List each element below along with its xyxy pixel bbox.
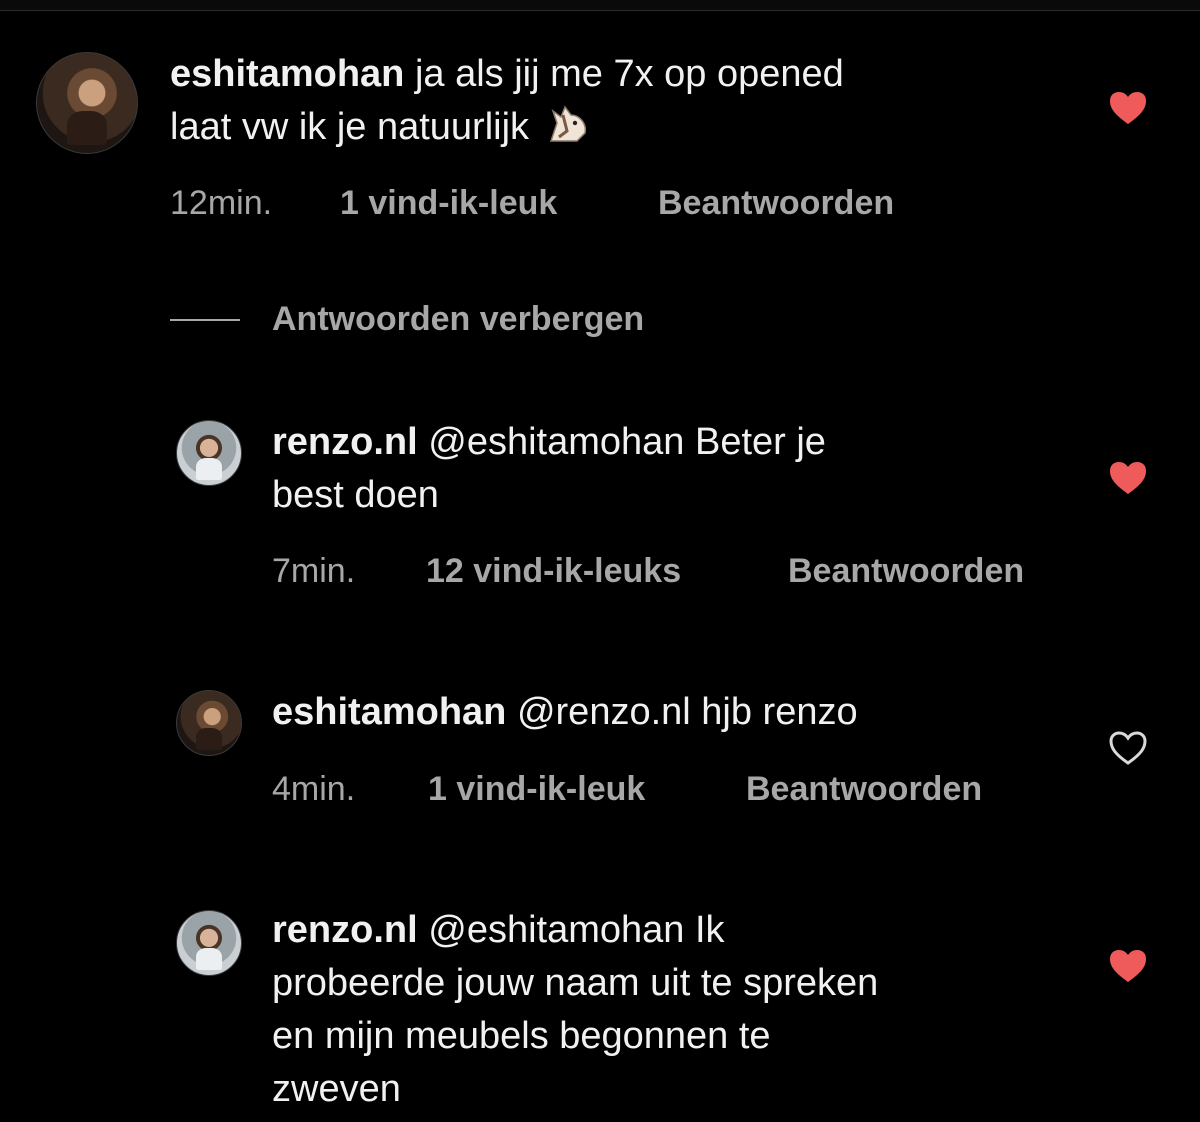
avatar[interactable] [176,420,242,486]
comment-body-line2: laat vw ik je natuurlijk [170,106,530,148]
heart-outline-icon[interactable] [1108,730,1148,766]
reply-button[interactable]: Beantwoorden [658,184,894,223]
comment-body-line2: probeerde jouw naam uit te spreken [272,962,879,1004]
avatar[interactable] [176,690,242,756]
divider [170,318,240,321]
comment-text: eshitamohan ja als jij me 7x op opened l… [170,48,844,154]
likes-count[interactable]: 12 vind-ik-leuks [426,552,788,591]
heart-filled-icon[interactable] [1108,460,1148,496]
comment-meta: 7min. 12 vind-ik-leuks Beantwoorden [272,552,1024,591]
comment-body-line4: zweven [272,1068,401,1110]
hide-replies-button[interactable]: Antwoorden verbergen [170,300,644,339]
comment-meta: 4min. 1 vind-ik-leuk Beantwoorden [272,770,982,809]
comment-body-line3: en mijn meubels begonnen te [272,1015,771,1057]
comment-body: ja als jij me 7x op opened [414,53,844,95]
horse-face-icon [543,101,591,145]
hide-replies-label: Antwoorden verbergen [272,300,645,338]
comment-time: 7min. [272,552,356,590]
avatar[interactable] [176,910,242,976]
username[interactable]: eshitamohan [170,53,404,95]
comment-time: 12min. [170,184,273,222]
reply-button[interactable]: Beantwoorden [746,770,982,809]
likes-count[interactable]: 1 vind-ik-leuk [340,184,658,223]
reply-button[interactable]: Beantwoorden [788,552,1024,591]
comment-body-line2: best doen [272,474,439,516]
avatar[interactable] [36,52,138,154]
comment-body: @renzo.nl hjb renzo [516,691,858,733]
comment-text: renzo.nl @eshitamohan Beter je best doen [272,416,826,522]
comment-text: renzo.nl @eshitamohan Ik probeerde jouw … [272,904,878,1116]
heart-filled-icon[interactable] [1108,948,1148,984]
top-divider [0,0,1200,11]
username[interactable]: renzo.nl [272,421,418,463]
username[interactable]: renzo.nl [272,909,418,951]
likes-count[interactable]: 1 vind-ik-leuk [428,770,746,809]
username[interactable]: eshitamohan [272,691,506,733]
comment-text: eshitamohan @renzo.nl hjb renzo [272,686,858,739]
comment-body: @eshitamohan Ik [428,909,725,951]
heart-filled-icon[interactable] [1108,90,1148,126]
comment-meta: 12min. 1 vind-ik-leuk Beantwoorden [170,184,894,223]
comment-time: 4min. [272,770,356,808]
comment-body: @eshitamohan Beter je [428,421,826,463]
